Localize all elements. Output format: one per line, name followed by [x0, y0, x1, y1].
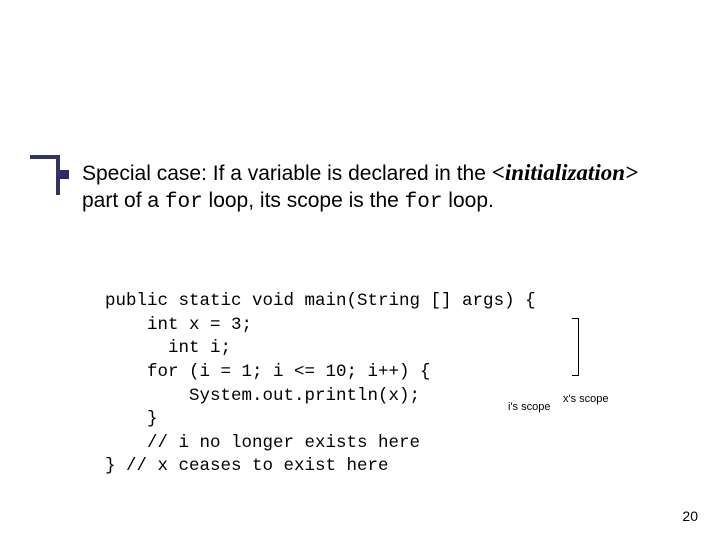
para-text-pre: Special case: If a variable is declared … — [82, 162, 492, 185]
para-text-mono1: for — [165, 191, 203, 214]
para-text-mono2: for — [405, 191, 443, 214]
main-paragraph: Special case: If a variable is declared … — [82, 158, 662, 217]
para-text-mid2: loop, its scope is the — [203, 189, 405, 212]
para-text-mid1: part of a — [82, 189, 165, 212]
para-text-post: loop. — [442, 189, 493, 212]
bracket-x-scope — [572, 318, 579, 376]
code-block: public static void main(String [] args) … — [105, 290, 536, 479]
page-number: 20 — [682, 508, 698, 524]
para-text-italic: <initialization> — [492, 160, 638, 185]
label-i-scope: i's scope — [508, 401, 550, 413]
label-x-scope: x's scope — [563, 393, 609, 405]
bullet-icon — [60, 170, 69, 179]
